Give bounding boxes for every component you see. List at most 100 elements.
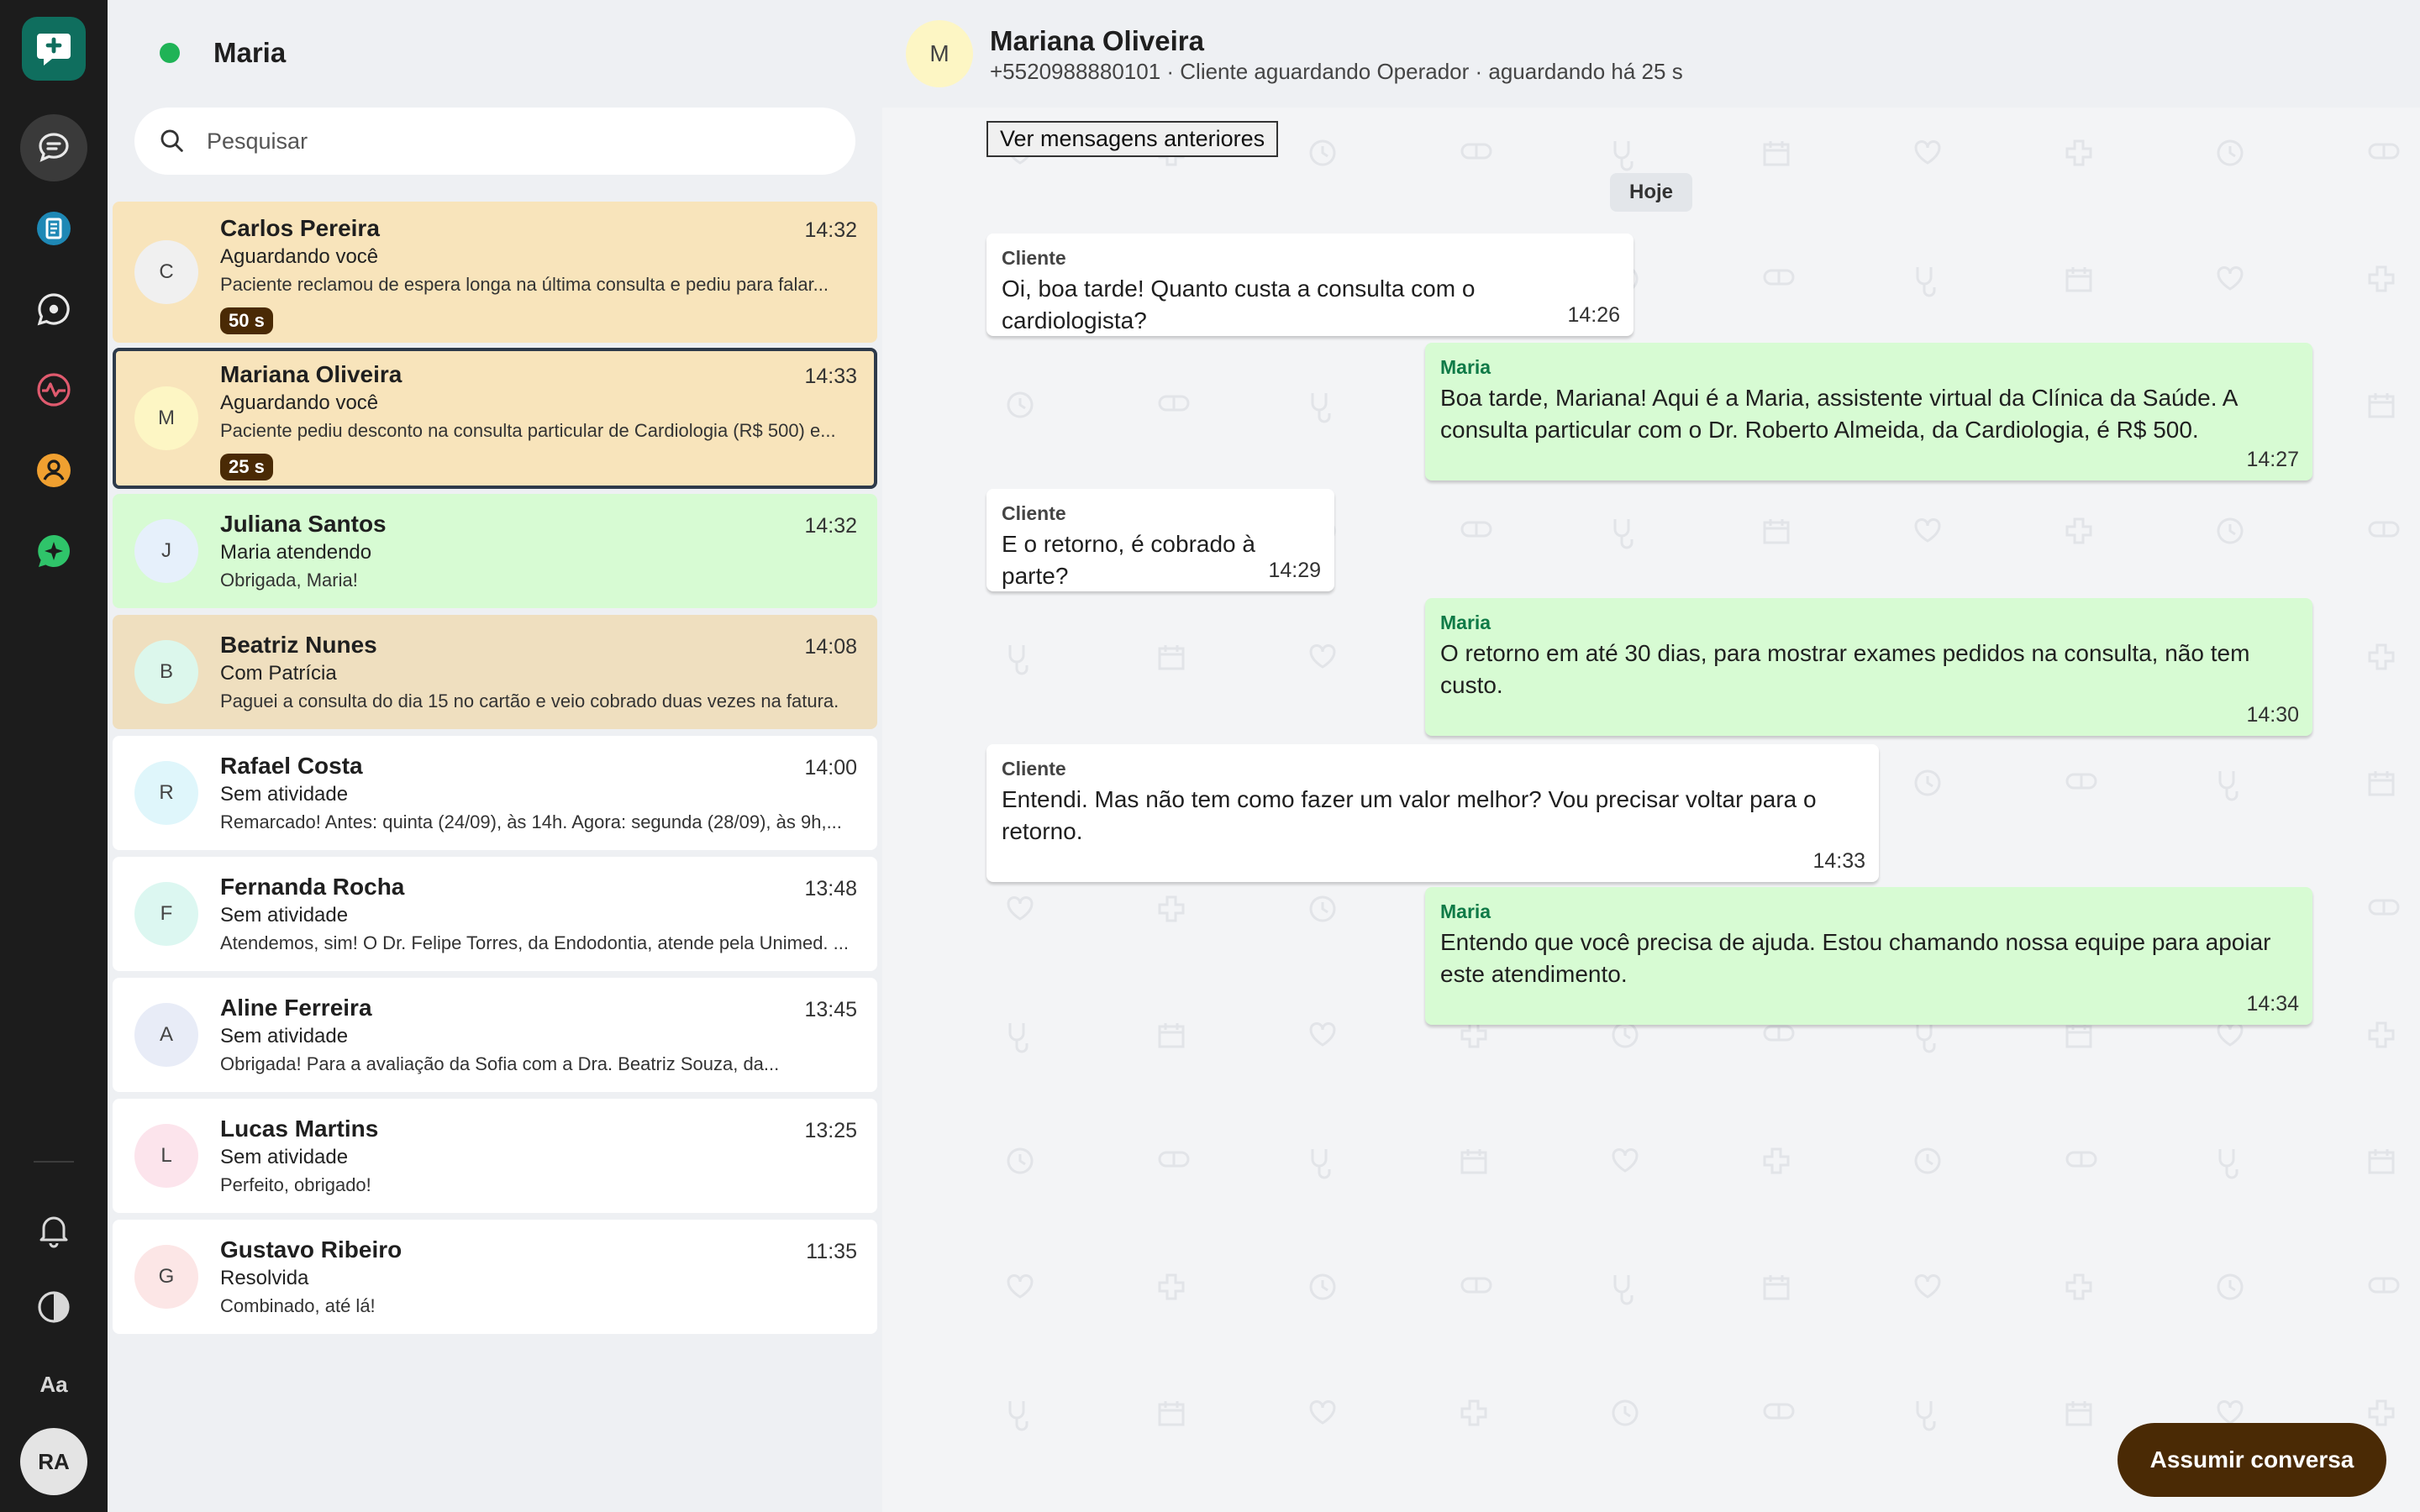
pattern-doodle xyxy=(1007,391,1034,418)
conversation-item[interactable]: F Fernanda Rocha 13:48 Sem atividade Atendem… xyxy=(113,857,877,971)
pattern-doodle xyxy=(2368,1149,2395,1174)
pulse-icon[interactable] xyxy=(20,356,87,423)
contact-name: Carlos Pereira xyxy=(220,215,380,241)
pattern-doodle xyxy=(1763,1403,1795,1420)
message-sender: Cliente xyxy=(1002,502,1066,524)
assume-conversation-button[interactable]: Assumir conversa xyxy=(2118,1423,2386,1497)
message-text: Oi, boa tarde! Quanto custa a consulta c… xyxy=(1002,276,1476,333)
contact-name[interactable]: Mariana Oliveira xyxy=(990,25,1204,57)
conversation-item[interactable]: J Juliana Santos 14:32 Maria atendendo Obrig… xyxy=(113,494,877,608)
message-time: 14:27 xyxy=(2246,448,2299,471)
pattern-doodle xyxy=(1914,1274,1941,1299)
conversation-item[interactable]: R Rafael Costa 14:00 Sem atividade Remarcado… xyxy=(113,736,877,850)
message-time: 14:33 xyxy=(1812,849,1865,873)
pattern-doodle xyxy=(2065,517,2092,544)
pattern-doodle xyxy=(1007,896,1034,921)
pattern-doodle xyxy=(1763,1025,1795,1042)
pattern-doodle xyxy=(1007,1147,1034,1174)
user-avatar[interactable]: RA xyxy=(20,1428,87,1495)
chat-circle-icon[interactable] xyxy=(20,276,87,343)
pattern-doodle xyxy=(1309,644,1336,669)
bell-icon[interactable] xyxy=(20,1196,87,1263)
message-sender: Maria xyxy=(1440,356,1491,378)
contact-name: Lucas Martins xyxy=(220,1116,379,1142)
user-icon[interactable] xyxy=(20,437,87,504)
pattern-doodle xyxy=(1309,1022,1336,1047)
pattern-doodle xyxy=(2065,267,2092,292)
app-logo-icon[interactable] xyxy=(22,17,86,81)
conversation-item[interactable]: L Lucas Martins 13:25 Sem atividade Perfeito… xyxy=(113,1099,877,1213)
last-message-time: 11:35 xyxy=(806,1240,857,1263)
contact-name: Aline Ferreira xyxy=(220,995,372,1021)
search-bar[interactable] xyxy=(134,108,855,175)
contact-avatar: J xyxy=(134,519,198,583)
message-preview: Paciente pediu desconto na consulta part… xyxy=(220,420,836,441)
pattern-doodle xyxy=(1309,1273,1336,1300)
conversation-status: Aguardando você xyxy=(220,391,379,414)
load-older-messages-button[interactable]: Ver mensagens anteriores xyxy=(986,121,1279,157)
conversation-item[interactable]: C Carlos Pereira 14:32 Aguardando você Pacie… xyxy=(113,202,877,343)
conversation-status: Sem atividade xyxy=(220,1146,349,1168)
pattern-doodle xyxy=(1158,645,1185,670)
pattern-doodle xyxy=(1763,1147,1790,1174)
message-preview: Atendemos, sim! O Dr. Felipe Torres, da … xyxy=(220,932,849,953)
message-text: Entendo que você precisa de ajuda. Estou… xyxy=(1440,929,2271,987)
wait-time-badge: 25 s xyxy=(220,454,273,480)
document-icon[interactable] xyxy=(20,195,87,262)
pattern-doodle xyxy=(1612,1399,1639,1426)
pattern-doodle xyxy=(2368,771,2395,796)
message-time: 14:26 xyxy=(1567,303,1620,327)
conversation-item[interactable]: G Gustavo Ribeiro 11:35 Resolvida Combinado,… xyxy=(113,1220,877,1334)
contact-avatar: F xyxy=(134,882,198,946)
pattern-doodle xyxy=(2368,643,2395,670)
conversation-item[interactable]: B Beatriz Nunes 14:08 Com Patrícia Paguei a … xyxy=(113,615,877,729)
pattern-doodle xyxy=(1460,143,1492,160)
pattern-doodle xyxy=(2218,771,2238,801)
outgoing-message[interactable]: Maria Boa tarde, Mariana! Aqui é a Maria,… xyxy=(1425,343,2312,480)
message-preview: Paciente reclamou de espera longa na últ… xyxy=(220,274,829,295)
search-icon xyxy=(160,129,183,152)
outgoing-message[interactable]: Maria O retorno em até 30 dias, para most… xyxy=(1425,598,2312,736)
pattern-doodle xyxy=(1007,1274,1034,1299)
last-message-time: 13:45 xyxy=(804,998,857,1021)
pattern-doodle xyxy=(2217,1273,2244,1300)
contact-avatar: R xyxy=(134,761,198,825)
message-text: Entendi. Mas não tem como fazer um valor… xyxy=(1002,786,1817,844)
incoming-message[interactable]: Cliente E o retorno, é cobrado à parte? 14… xyxy=(986,489,1334,591)
contact-name: Fernanda Rocha xyxy=(220,874,405,900)
pattern-doodle xyxy=(1916,1401,1936,1431)
incoming-message[interactable]: Cliente Entendi. Mas não tem como fazer u… xyxy=(986,744,1879,882)
pattern-doodle xyxy=(1914,769,1941,796)
font-size-button[interactable]: Aa xyxy=(39,1351,67,1418)
pattern-doodle xyxy=(1613,519,1634,549)
contact-avatar: M xyxy=(134,386,198,450)
pattern-doodle xyxy=(1613,1275,1634,1305)
pattern-doodle xyxy=(2065,773,2097,790)
nav-rail: Aa RA xyxy=(0,0,108,1512)
outgoing-message[interactable]: Maria Entendo que você precisa de ajuda. … xyxy=(1425,887,2312,1025)
chat-bubble-icon[interactable] xyxy=(20,114,87,181)
conversation-item[interactable]: A Aline Ferreira 13:45 Sem atividade Obrigad… xyxy=(113,978,877,1092)
message-preview: Obrigada, Maria! xyxy=(220,570,358,591)
message-preview: Perfeito, obrigado! xyxy=(220,1174,371,1195)
pattern-doodle xyxy=(1613,141,1634,171)
pattern-doodle xyxy=(1612,1021,1639,1048)
sparkle-icon[interactable] xyxy=(20,517,87,585)
conversation-item[interactable]: M Mariana Oliveira 14:33 Aguardando você Pac… xyxy=(113,348,877,489)
incoming-message[interactable]: Cliente Oi, boa tarde! Quanto custa a con… xyxy=(986,234,1634,336)
pattern-doodle xyxy=(1460,1149,1487,1174)
contrast-icon[interactable] xyxy=(20,1273,87,1341)
pattern-doodle xyxy=(1763,269,1795,286)
search-input[interactable] xyxy=(207,128,812,155)
conversation-status: Sem atividade xyxy=(220,783,349,806)
message-preview: Combinado, até lá! xyxy=(220,1295,376,1316)
pattern-doodle xyxy=(1612,1148,1639,1173)
contact-name: Rafael Costa xyxy=(220,753,363,779)
pattern-doodle xyxy=(2368,1021,2395,1048)
last-message-time: 13:25 xyxy=(804,1119,857,1142)
pattern-doodle xyxy=(1460,1277,1492,1294)
conversation-list-panel: Maria C Carlos Pereira 14:32 Aguardando voc… xyxy=(108,0,882,1512)
pattern-doodle xyxy=(1158,395,1190,412)
pattern-doodle xyxy=(1914,518,1941,543)
message-sender: Cliente xyxy=(1002,758,1066,780)
